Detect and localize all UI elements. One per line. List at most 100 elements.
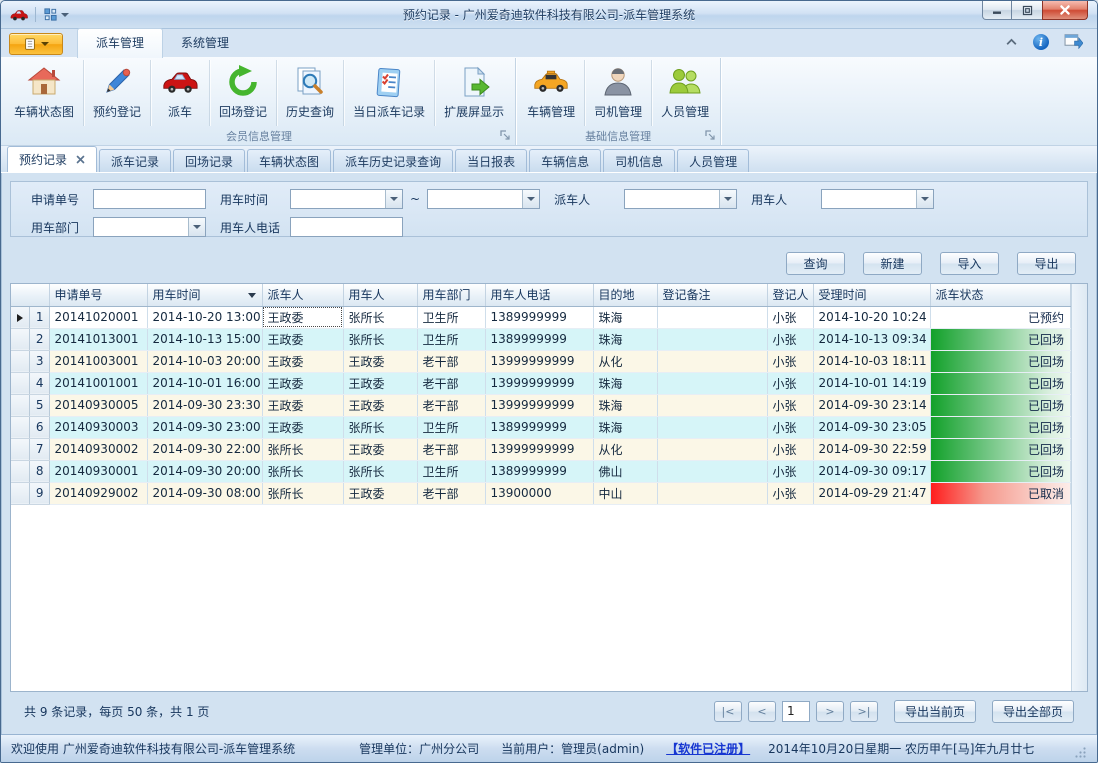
filter-combo[interactable]: [290, 189, 403, 209]
vertical-scrollbar[interactable]: [1071, 284, 1087, 691]
cell-use_time[interactable]: 2014-09-30 20:00: [147, 460, 262, 482]
cell-dept[interactable]: 卫生所: [417, 416, 485, 438]
ribbon-button-people[interactable]: 人员管理: [652, 60, 718, 126]
cell-remark[interactable]: [657, 328, 767, 350]
row-indicator-cell[interactable]: [11, 416, 29, 438]
ribbon-button-red-car[interactable]: 派车: [151, 60, 210, 126]
dropdown-button[interactable]: [719, 190, 736, 208]
filter-combo[interactable]: [624, 189, 737, 209]
cell-dispatcher[interactable]: 王政委: [262, 350, 343, 372]
cell-phone[interactable]: 13999999999: [485, 372, 593, 394]
cell-dest[interactable]: 珠海: [593, 372, 657, 394]
cell-phone[interactable]: 1389999999: [485, 328, 593, 350]
row-number-cell[interactable]: 4: [29, 372, 49, 394]
cell-status[interactable]: 已回场: [930, 438, 1071, 460]
column-header-use_time[interactable]: 用车时间: [147, 284, 262, 306]
resize-grip-icon[interactable]: [1074, 746, 1087, 762]
cell-dest[interactable]: 从化: [593, 350, 657, 372]
dropdown-button[interactable]: [522, 190, 539, 208]
cell-remark[interactable]: [657, 350, 767, 372]
doc-tab[interactable]: 预约记录: [7, 146, 97, 172]
cell-user[interactable]: 张所长: [343, 328, 417, 350]
cell-accept_time[interactable]: 2014-10-13 09:34: [813, 328, 930, 350]
cell-dest[interactable]: 佛山: [593, 460, 657, 482]
cell-phone[interactable]: 1389999999: [485, 306, 593, 328]
doc-tab[interactable]: 派车历史记录查询: [333, 149, 453, 172]
cell-status[interactable]: 已回场: [930, 416, 1071, 438]
cell-dept[interactable]: 卫生所: [417, 460, 485, 482]
cell-status[interactable]: 已回场: [930, 460, 1071, 482]
cell-use_time[interactable]: 2014-10-20 13:00: [147, 306, 262, 328]
cell-status[interactable]: 已回场: [930, 372, 1071, 394]
dialog-launcher-icon[interactable]: [500, 130, 511, 141]
cell-use_time[interactable]: 2014-09-30 22:00: [147, 438, 262, 460]
row-indicator-cell[interactable]: [11, 394, 29, 416]
table-row[interactable]: 5201409300052014-09-30 23:30王政委王政委老干部139…: [11, 394, 1071, 416]
ribbon-button-clipboard-check[interactable]: 当日派车记录: [344, 60, 435, 126]
query-button[interactable]: 查询: [786, 252, 845, 275]
doc-tab[interactable]: 派车记录: [99, 149, 171, 172]
cell-user[interactable]: 王政委: [343, 394, 417, 416]
cell-order[interactable]: 20140929002: [49, 482, 147, 504]
ribbon-tab[interactable]: 系统管理: [163, 29, 247, 57]
row-number-cell[interactable]: 5: [29, 394, 49, 416]
table-row[interactable]: 1201410200012014-10-20 13:00王政委张所长卫生所138…: [11, 306, 1071, 328]
cell-accept_time[interactable]: 2014-09-30 23:05: [813, 416, 930, 438]
cell-use_time[interactable]: 2014-09-30 08:00: [147, 482, 262, 504]
ribbon-button-doc-search[interactable]: 历史查询: [277, 60, 344, 126]
import-button[interactable]: 导入: [940, 252, 999, 275]
cell-phone[interactable]: 13999999999: [485, 438, 593, 460]
ribbon-button-doc-arrow[interactable]: 扩展屏显示: [435, 60, 513, 126]
row-indicator-cell[interactable]: [11, 372, 29, 394]
cell-order[interactable]: 20141020001: [49, 306, 147, 328]
row-number-cell[interactable]: 7: [29, 438, 49, 460]
cell-status[interactable]: 已取消: [930, 482, 1071, 504]
doc-tab[interactable]: 车辆状态图: [247, 149, 331, 172]
cell-status[interactable]: 已回场: [930, 394, 1071, 416]
cell-accept_time[interactable]: 2014-10-03 18:11: [813, 350, 930, 372]
ribbon-button-taxi[interactable]: 车辆管理: [518, 60, 585, 126]
cell-registrar[interactable]: 小张: [767, 460, 813, 482]
doc-tab[interactable]: 当日报表: [455, 149, 527, 172]
doc-tab[interactable]: 回场记录: [173, 149, 245, 172]
cell-dispatcher[interactable]: 王政委: [262, 328, 343, 350]
cell-dest[interactable]: 珠海: [593, 416, 657, 438]
cell-user[interactable]: 王政委: [343, 372, 417, 394]
cell-remark[interactable]: [657, 482, 767, 504]
table-row[interactable]: 6201409300032014-09-30 23:00王政委张所长卫生所138…: [11, 416, 1071, 438]
export-all-pages-button[interactable]: 导出全部页: [992, 700, 1074, 723]
cell-accept_time[interactable]: 2014-09-29 21:47: [813, 482, 930, 504]
cell-order[interactable]: 20140930005: [49, 394, 147, 416]
cell-use_time[interactable]: 2014-09-30 23:30: [147, 394, 262, 416]
cell-user[interactable]: 张所长: [343, 460, 417, 482]
cell-registrar[interactable]: 小张: [767, 438, 813, 460]
cell-user[interactable]: 王政委: [343, 438, 417, 460]
column-header-remark[interactable]: 登记备注: [657, 284, 767, 306]
cell-order[interactable]: 20141001001: [49, 372, 147, 394]
cell-dispatcher[interactable]: 王政委: [262, 372, 343, 394]
column-header-dest[interactable]: 目的地: [593, 284, 657, 306]
cell-phone[interactable]: 13999999999: [485, 350, 593, 372]
cell-remark[interactable]: [657, 372, 767, 394]
dropdown-button[interactable]: [385, 190, 402, 208]
row-header-corner[interactable]: [11, 284, 49, 306]
registered-link[interactable]: 【软件已注册】: [666, 740, 750, 757]
column-header-dispatcher[interactable]: 派车人: [262, 284, 343, 306]
cell-dispatcher[interactable]: 张所长: [262, 482, 343, 504]
table-row[interactable]: 2201410130012014-10-13 15:00王政委张所长卫生所138…: [11, 328, 1071, 350]
doc-tab[interactable]: 司机信息: [603, 149, 675, 172]
cell-registrar[interactable]: 小张: [767, 328, 813, 350]
row-indicator-cell[interactable]: [11, 460, 29, 482]
cell-dest[interactable]: 珠海: [593, 394, 657, 416]
quick-access-grid-icon[interactable]: [43, 7, 69, 22]
cell-registrar[interactable]: 小张: [767, 416, 813, 438]
cell-dest[interactable]: 从化: [593, 438, 657, 460]
row-number-cell[interactable]: 2: [29, 328, 49, 350]
doc-tab[interactable]: 人员管理: [677, 149, 749, 172]
export-button[interactable]: 导出: [1017, 252, 1076, 275]
close-tab-icon[interactable]: [76, 155, 85, 164]
cell-remark[interactable]: [657, 438, 767, 460]
cell-status[interactable]: 已回场: [930, 350, 1071, 372]
switch-screen-icon[interactable]: [1064, 32, 1083, 52]
cell-dept[interactable]: 老干部: [417, 438, 485, 460]
